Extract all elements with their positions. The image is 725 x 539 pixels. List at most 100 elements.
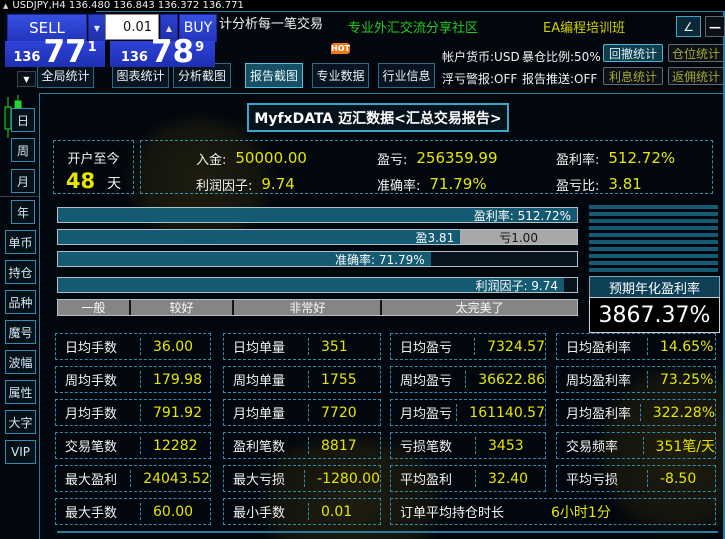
cell-value: 1755 [309,372,357,388]
account-age-unit: 天 [107,173,121,193]
cell-label: 月均单量 [224,403,308,422]
profit-factor-value: 9.74 [261,175,294,193]
sidebar-item-magic[interactable]: 魔号 [5,320,36,344]
float-loss-alert-label: 浮亏警报:OFF [442,70,517,87]
chart-grid-line [0,196,39,197]
scale-good: 较好 [131,300,235,315]
rebate-stats-button[interactable]: 返佣统计 [668,67,724,85]
cell-value: 24043.52 [131,471,210,487]
community-link[interactable]: 专业外汇交流分享社区 [348,21,478,37]
account-currency-label: 帐户货币:USD [442,48,520,65]
table-cell: 最大盈利24043.52 [55,465,211,492]
sidebar-item-symbols[interactable]: 品种 [5,290,36,314]
cell-label: 日均手数 [56,337,140,356]
minimize-button[interactable]: — [705,16,725,37]
next-section-border [57,531,718,533]
sidebar-item-year[interactable]: 年 [11,200,35,224]
buy-price-display[interactable]: 136 78 9 [110,41,215,67]
cell-label: 月均手数 [56,403,140,422]
table-cell: 日均手数36.00 [55,333,211,360]
stripe-decoration [589,205,718,273]
sidebar-item-week[interactable]: 周 [11,138,35,162]
profit-factor-bar-fill: 利润因子: 9.74 [58,278,564,292]
table-cell: 亏损笔数3453 [390,432,546,459]
sidebar-item-vip[interactable]: VIP [5,440,36,464]
table-cell: 最大手数60.00 [55,498,211,525]
scale-very-good: 非常好 [234,300,382,315]
accuracy-label: 准确率: [377,175,420,194]
sidebar-item-large-font[interactable]: 大字 [5,410,36,434]
cell-label: 最小手数 [224,502,308,521]
training-link[interactable]: EA编程培训班 [543,21,625,37]
table-cell: 月均盈亏161140.57 [390,399,546,426]
table-cell: 交易频率351笔/天 [556,432,716,459]
table-cell: 平均亏损-8.50 [556,465,716,492]
rating-scale-bar: 一般 较好 非常好 太完美了 [57,299,578,316]
cell-label: 周均盈利率 [557,370,647,389]
sell-price-prefix: 136 [13,50,40,65]
table-cell: 日均单量351 [223,333,381,360]
interest-stats-button[interactable]: 利息统计 [603,67,663,85]
profit-factor-progress-bar: 利润因子: 9.74 [57,277,578,293]
rr-value: 3.81 [608,175,641,193]
tab-industry-info[interactable]: 行业信息 [378,63,435,88]
report-title: MyfxDATA 迈汇数据<汇总交易报告> [247,103,509,132]
tab-pro-data[interactable]: 专业数据 [312,63,369,88]
cell-value: 36.00 [141,339,193,355]
account-age-box: 开户至今 48 天 [53,140,134,194]
account-age-days: 48 [66,169,95,193]
cell-value: 6小时1分 [539,502,611,522]
cell-value: 7324.57 [475,339,545,355]
table-cell: 周均盈亏36622.86 [390,366,546,393]
table-cell: 平均盈利32.40 [390,465,546,492]
table-cell: 最小手数0.01 [223,498,381,525]
accuracy-value: 71.79% [429,175,486,193]
cell-label: 最大亏损 [224,469,304,488]
panel-left-border [39,93,40,539]
roi-progress-bar: 盈利率: 512.72% [57,207,578,223]
chart-collapse-icon: ▲ [3,2,8,10]
cell-label: 交易频率 [557,436,643,455]
draw-tool-button[interactable]: ∠ [676,16,701,37]
deposit-value: 50000.00 [235,149,307,167]
table-cell: 盈利笔数8817 [223,432,381,459]
buy-price-big: 78 [151,39,194,65]
cell-label: 日均盈亏 [391,337,474,356]
cell-value: 179.98 [141,372,202,388]
table-cell: 日均盈亏7324.57 [390,333,546,360]
expected-annual-roi-value: 3867.37% [589,297,720,333]
cell-value: -1280.00 [305,471,380,487]
position-stats-button[interactable]: 仓位统计 [668,44,724,62]
widget-collapse-button[interactable]: ▼ [17,71,36,87]
cell-value: 3453 [476,438,524,454]
panel-header-divider [40,93,725,94]
tab-report-shot[interactable]: 报告截图 [245,63,303,88]
cell-value: 36622.86 [466,372,545,388]
sidebar-item-attributes[interactable]: 属性 [5,380,36,404]
sell-price-display[interactable]: 136 77 1 [5,41,105,67]
accuracy-progress-bar: 准确率: 71.79% [57,251,578,267]
sell-price-pip: 1 [88,41,97,54]
sidebar-item-positions[interactable]: 持仓 [5,260,36,284]
hot-badge: HOT [331,43,350,54]
drawdown-stats-button[interactable]: 回撤统计 [603,44,663,62]
summary-box: 入金:50000.00 盈亏:256359.99 盈利率:512.72% 利润因… [140,140,713,194]
cell-label: 日均单量 [224,337,308,356]
sidebar-item-single-currency[interactable]: 单币 [5,230,36,254]
cell-value: 0.01 [309,504,352,520]
table-cell: 周均盈利率73.25% [556,366,716,393]
expected-annual-roi-label: 预期年化盈利率 [589,276,720,298]
cell-label: 周均单量 [224,370,308,389]
volume-decrement-button[interactable]: ▼ [88,14,106,42]
roi-bar-fill: 盈利率: 512.72% [58,208,577,222]
cell-value: 60.00 [141,504,193,520]
table-cell: 月均单量7720 [223,399,381,426]
cell-value: 7720 [309,405,357,421]
sidebar-item-month[interactable]: 月 [11,169,35,193]
sidebar-item-day[interactable]: 日 [11,108,35,132]
roi-label: 盈利率: [556,149,599,168]
sidebar-item-volatility[interactable]: 波幅 [5,350,36,374]
cell-value: 351笔/天 [644,436,715,456]
cell-label: 订单平均持仓时长 [391,502,539,521]
profit-factor-label: 利润因子: [196,175,252,194]
